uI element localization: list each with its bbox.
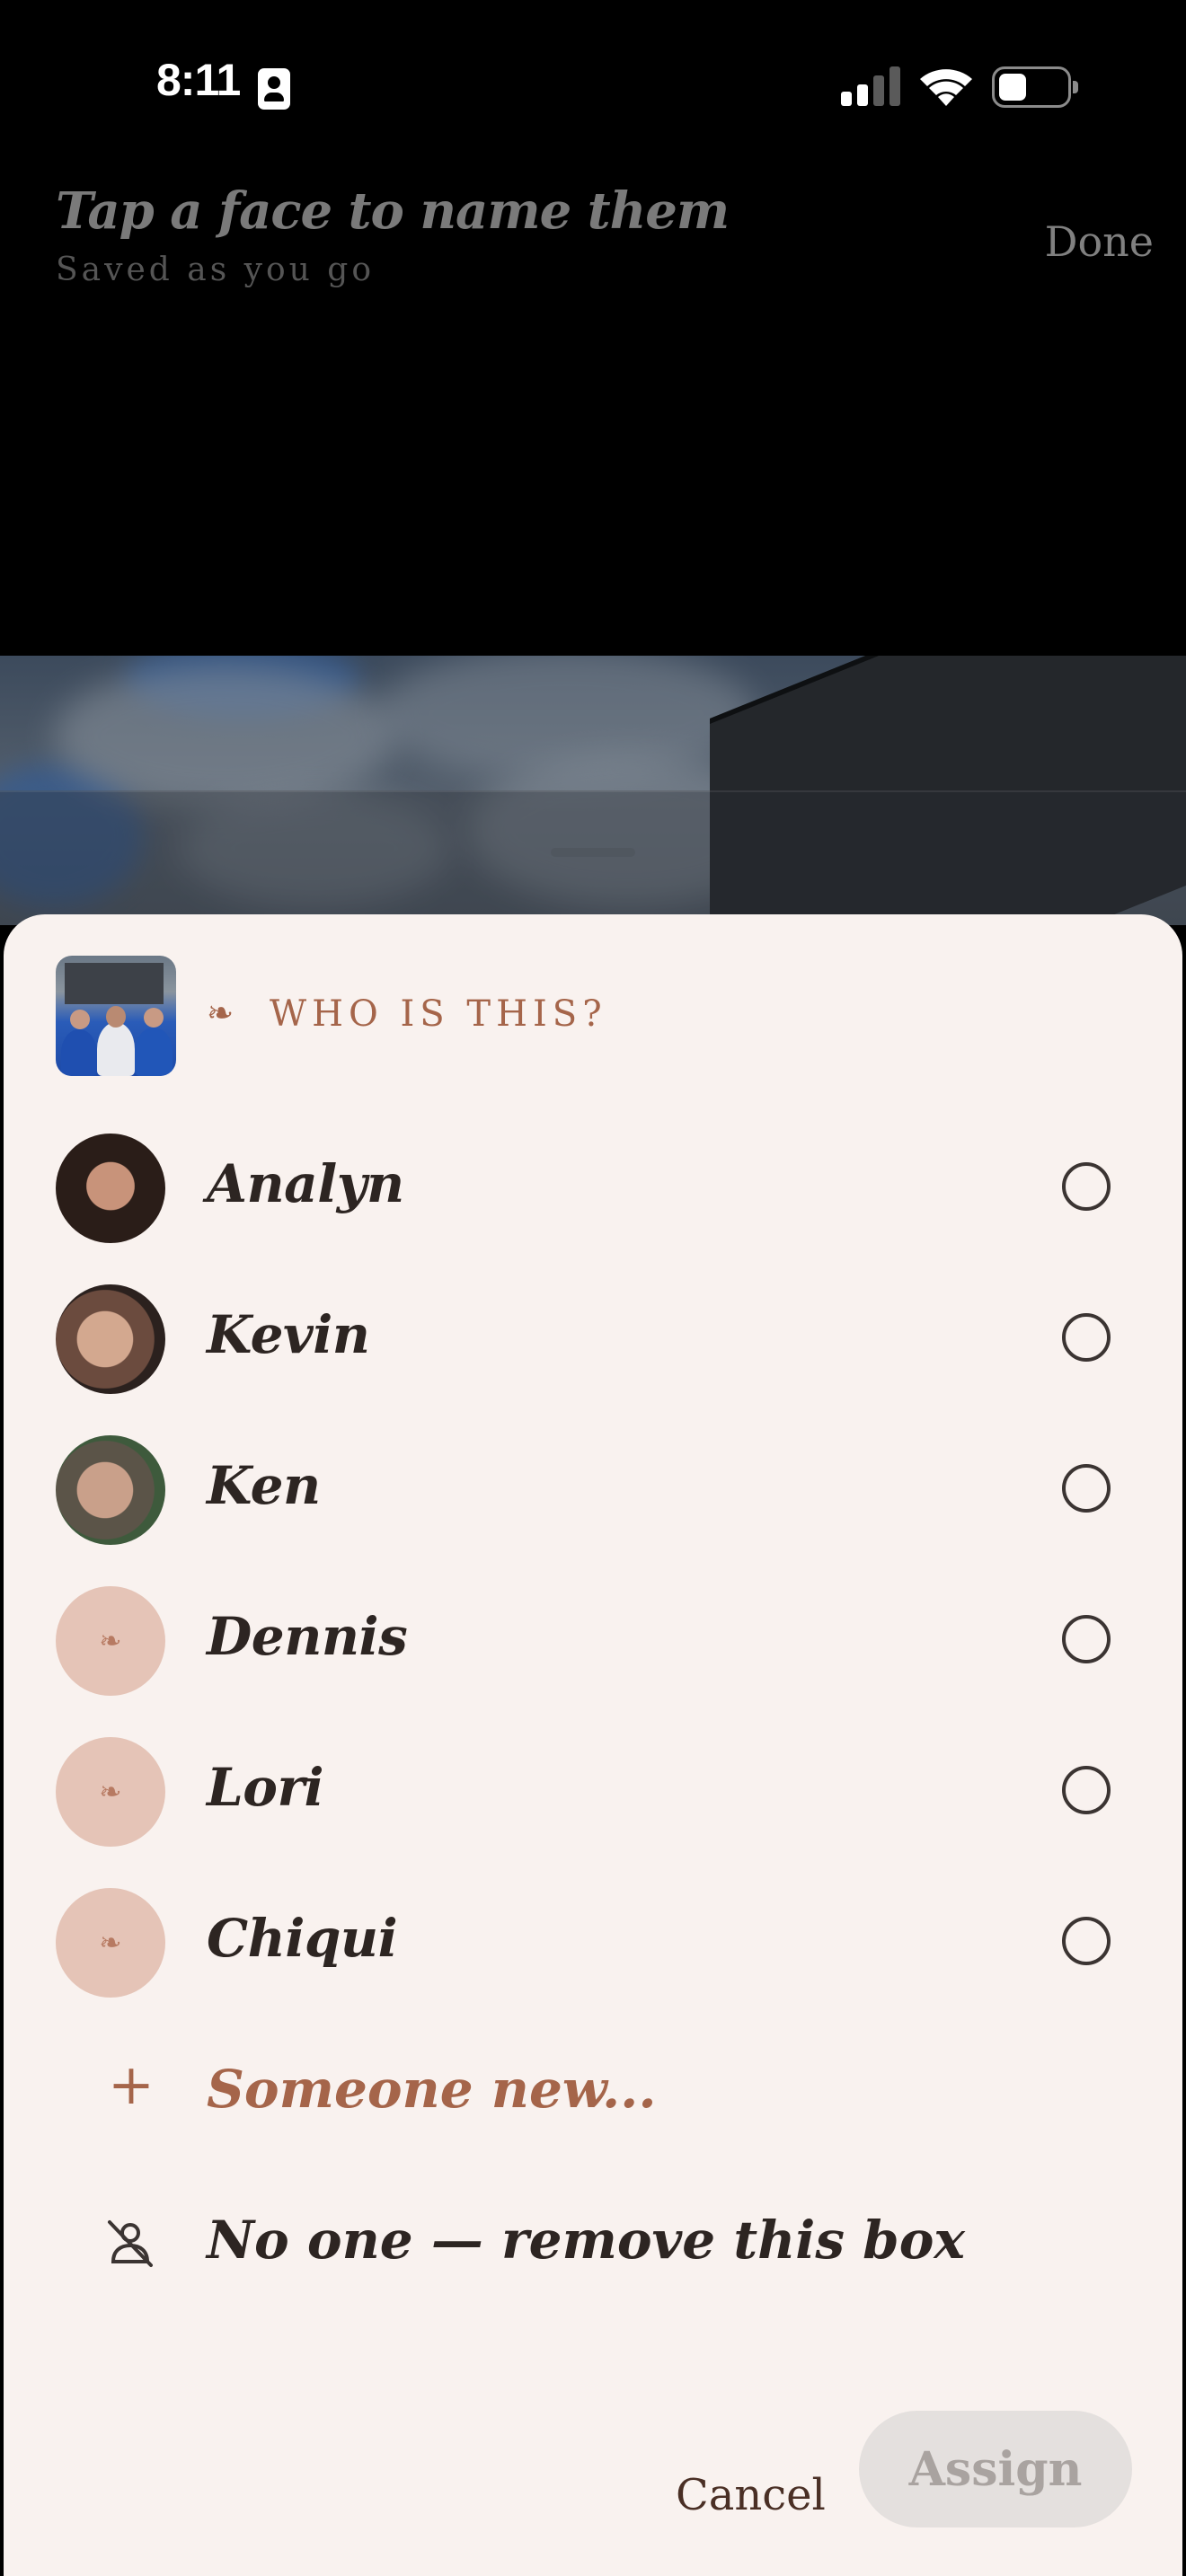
photo-preview[interactable] (0, 656, 1186, 925)
radio-button[interactable] (1062, 1313, 1111, 1362)
someone-new-button[interactable]: + Someone new... (4, 2017, 1182, 2168)
status-bar: 8:11 (0, 0, 1186, 171)
avatar-placeholder: ❧ (56, 1586, 165, 1696)
radio-button[interactable] (1062, 1615, 1111, 1663)
assign-button[interactable]: Assign (859, 2411, 1132, 2527)
wifi-icon (920, 69, 972, 106)
person-slash-icon (108, 2220, 153, 2267)
sheet-grabber[interactable] (551, 848, 635, 857)
avatar (56, 1284, 165, 1394)
avatar-placeholder: ❧ (56, 1737, 165, 1847)
someone-new-label: Someone new... (207, 2059, 657, 2120)
no-one-remove-button[interactable]: No one — remove this box (4, 2168, 1182, 2319)
person-name: Ken (207, 1455, 321, 1516)
done-button[interactable]: Done (1045, 217, 1154, 266)
person-row-analyn[interactable]: Analyn (4, 1112, 1182, 1263)
assign-face-sheet: ❧ WHO IS THIS? Analyn Kevin Ken ❧ Dennis… (4, 914, 1182, 2576)
person-name: Chiqui (207, 1908, 398, 1969)
face-thumbnail (56, 956, 176, 1076)
leaf-icon: ❧ (207, 995, 235, 1032)
cancel-button[interactable]: Cancel (676, 2470, 826, 2520)
cellular-signal-icon (841, 66, 900, 106)
avatar (56, 1134, 165, 1243)
contact-card-icon (258, 68, 290, 110)
radio-button[interactable] (1062, 1464, 1111, 1513)
sheet-heading: WHO IS THIS? (270, 993, 607, 1035)
avatar-placeholder: ❧ (56, 1888, 165, 1998)
leaf-icon: ❧ (99, 1625, 122, 1657)
person-row-dennis[interactable]: ❧ Dennis (4, 1565, 1182, 1716)
radio-button[interactable] (1062, 1766, 1111, 1814)
person-name: Analyn (207, 1153, 404, 1214)
battery-icon (992, 66, 1078, 108)
person-name: Lori (207, 1757, 324, 1818)
person-row-kevin[interactable]: Kevin (4, 1263, 1182, 1414)
person-row-ken[interactable]: Ken (4, 1414, 1182, 1565)
status-time: 8:11 (156, 55, 241, 105)
page-subtitle: Saved as you go (56, 251, 375, 288)
plus-icon: + (108, 2051, 155, 2117)
person-row-chiqui[interactable]: ❧ Chiqui (4, 1866, 1182, 2017)
radio-button[interactable] (1062, 1917, 1111, 1965)
person-row-lori[interactable]: ❧ Lori (4, 1716, 1182, 1866)
avatar (56, 1435, 165, 1545)
page-title: Tap a face to name them (56, 181, 730, 241)
person-name: Dennis (207, 1606, 408, 1667)
radio-button[interactable] (1062, 1162, 1111, 1211)
leaf-icon: ❧ (99, 1927, 122, 1959)
no-one-label: No one — remove this box (207, 2210, 966, 2271)
person-name: Kevin (207, 1304, 370, 1365)
leaf-icon: ❧ (99, 1776, 122, 1808)
